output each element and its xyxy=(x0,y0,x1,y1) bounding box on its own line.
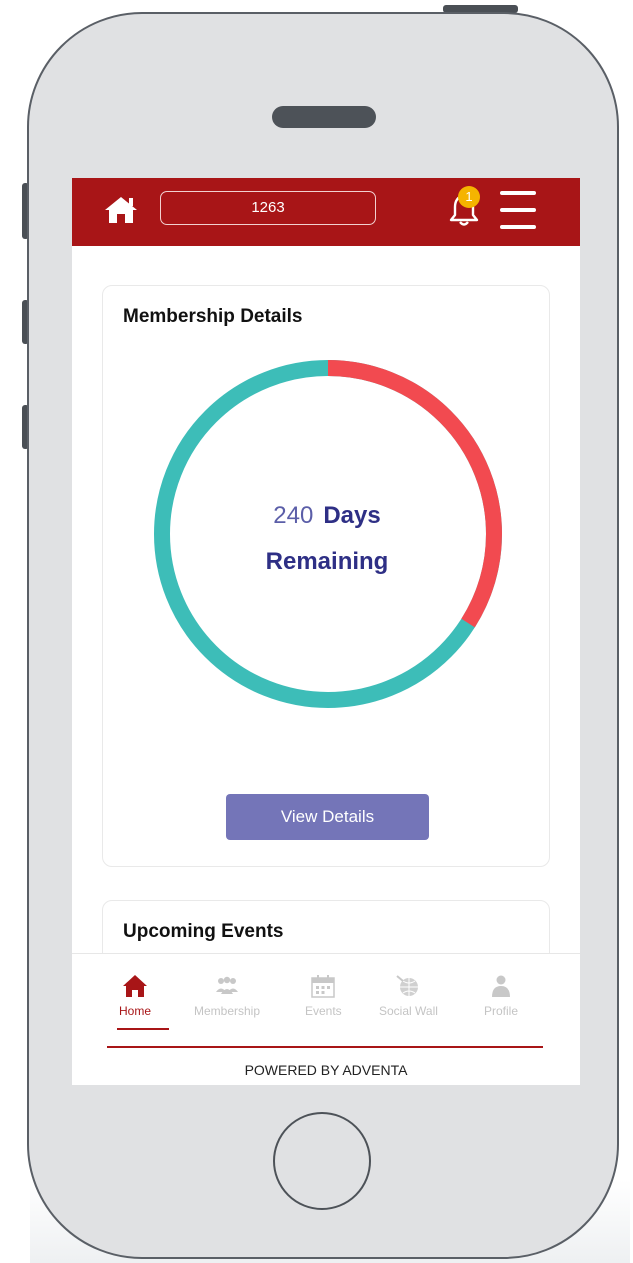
nav-home[interactable]: Home xyxy=(119,974,151,1018)
bottom-nav: Home Membership Events Social Wall Profi… xyxy=(72,953,580,1085)
nav-divider xyxy=(107,1046,543,1048)
member-id-field: 1263 xyxy=(160,191,376,225)
nav-social-wall-label: Social Wall xyxy=(379,1004,438,1018)
menu-icon[interactable] xyxy=(500,191,536,229)
powered-by-footer: POWERED BY ADVENTA xyxy=(244,1062,408,1078)
app-screen: 1263 1 Membership Details 240 Days Remain… xyxy=(72,178,580,1085)
nav-home-label: Home xyxy=(119,1004,152,1018)
home-icon xyxy=(123,975,147,997)
notification-badge: 1 xyxy=(458,186,480,208)
person-icon xyxy=(492,975,510,997)
view-details-button[interactable]: View Details xyxy=(226,794,429,840)
top-bar: 1263 1 xyxy=(72,178,580,246)
nav-profile[interactable]: Profile xyxy=(484,974,518,1018)
phone-speaker xyxy=(272,106,376,128)
nav-membership[interactable]: Membership xyxy=(194,974,260,1018)
days-label: Days xyxy=(323,502,381,529)
nav-profile-label: Profile xyxy=(484,1004,519,1018)
home-icon[interactable] xyxy=(104,195,138,225)
nav-events-label: Events xyxy=(305,1004,342,1018)
membership-title: Membership Details xyxy=(123,306,303,327)
remaining-label: Remaining xyxy=(265,548,389,575)
nav-events[interactable]: Events xyxy=(305,974,342,1018)
days-value: 240 xyxy=(273,502,314,529)
calendar-icon xyxy=(311,975,336,998)
phone-home-button[interactable] xyxy=(273,1112,371,1210)
active-tab-indicator xyxy=(117,1028,169,1030)
membership-card: Membership Details 240 Days Remaining Vie… xyxy=(102,285,550,867)
people-icon xyxy=(216,976,239,994)
nav-social-wall[interactable]: Social Wall xyxy=(379,974,438,1018)
membership-progress-ring xyxy=(154,360,502,708)
globe-icon xyxy=(396,975,419,996)
upcoming-events-title: Upcoming Events xyxy=(123,921,284,942)
days-remaining-count: 240 Days xyxy=(103,502,551,530)
nav-membership-label: Membership xyxy=(194,1004,261,1018)
